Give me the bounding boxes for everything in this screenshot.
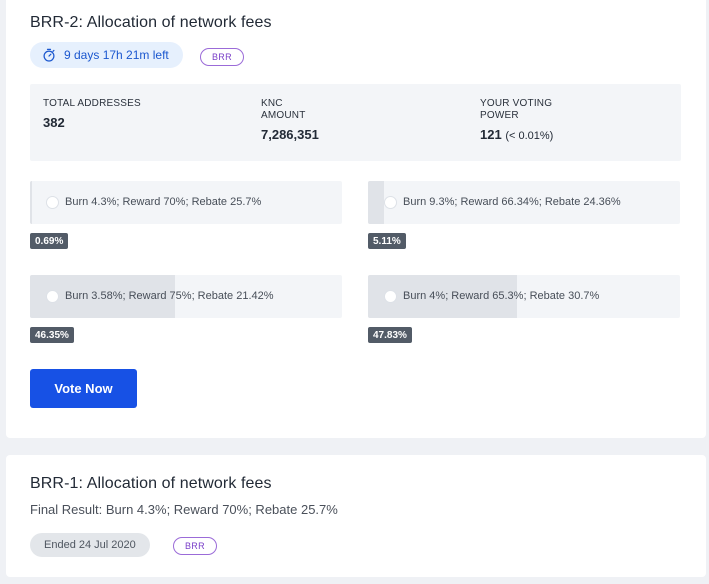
vote-share-bar bbox=[368, 181, 384, 224]
brr-tag: BRR bbox=[200, 48, 244, 66]
option-percent-badge: 0.69% bbox=[30, 233, 69, 249]
vote-now-button[interactable]: Vote Now bbox=[30, 369, 137, 408]
radio-button[interactable] bbox=[46, 290, 59, 303]
vote-option-3[interactable]: Burn 3.58%; Reward 75%; Rebate 21.42% bbox=[30, 275, 342, 318]
voting-power-value: 121 bbox=[480, 127, 502, 142]
option-percent-badge: 47.83% bbox=[368, 327, 412, 343]
vote-option-1[interactable]: Burn 4.3%; Reward 70%; Rebate 25.7% bbox=[30, 181, 342, 224]
option-percent-badge: 46.35% bbox=[30, 327, 74, 343]
proposal-stats: TOTAL ADDRESSES 382 KNC AMOUNT 7,286,351… bbox=[30, 84, 681, 161]
proposal-card-brr-1: BRR-1: Allocation of network fees Final … bbox=[6, 455, 706, 577]
radio-button[interactable] bbox=[384, 196, 397, 209]
proposal-title: BRR-1: Allocation of network fees bbox=[30, 475, 272, 492]
stat-label: KNC AMOUNT bbox=[261, 98, 306, 121]
voting-power-share: (< 0.01%) bbox=[505, 130, 554, 142]
brr-tag: BRR bbox=[173, 537, 217, 555]
option-label: Burn 3.58%; Reward 75%; Rebate 21.42% bbox=[65, 290, 274, 302]
stopwatch-icon bbox=[43, 48, 55, 62]
final-result: Final Result: Burn 4.3%; Reward 70%; Reb… bbox=[30, 502, 338, 517]
option-percent-badge: 5.11% bbox=[368, 233, 406, 249]
vote-option-4[interactable]: Burn 4%; Reward 65.3%; Rebate 30.7% bbox=[368, 275, 680, 318]
stat-value: 7,286,351 bbox=[261, 127, 319, 142]
proposal-card-brr-2: BRR-2: Allocation of network fees 9 days… bbox=[6, 0, 706, 438]
option-label: Burn 4%; Reward 65.3%; Rebate 30.7% bbox=[403, 290, 600, 302]
proposal-title: BRR-2: Allocation of network fees bbox=[30, 14, 272, 31]
radio-button[interactable] bbox=[46, 196, 59, 209]
time-left-text: 9 days 17h 21m left bbox=[64, 48, 169, 62]
stat-value: 121 (< 0.01%) bbox=[480, 127, 553, 142]
stat-knc-amount: KNC AMOUNT 7,286,351 bbox=[261, 98, 319, 142]
option-label: Burn 4.3%; Reward 70%; Rebate 25.7% bbox=[65, 196, 262, 208]
stat-voting-power: YOUR VOTING POWER 121 (< 0.01%) bbox=[480, 98, 553, 142]
time-left-badge: 9 days 17h 21m left bbox=[30, 42, 183, 68]
vote-option-2[interactable]: Burn 9.3%; Reward 66.34%; Rebate 24.36% bbox=[368, 181, 680, 224]
option-label: Burn 9.3%; Reward 66.34%; Rebate 24.36% bbox=[403, 196, 621, 208]
stat-value: 382 bbox=[43, 115, 65, 130]
stat-total-addresses: TOTAL ADDRESSES 382 bbox=[43, 98, 141, 130]
stat-label: TOTAL ADDRESSES bbox=[43, 98, 141, 109]
stat-label: YOUR VOTING POWER bbox=[480, 98, 553, 121]
ended-badge: Ended 24 Jul 2020 bbox=[30, 533, 150, 557]
vote-share-bar bbox=[30, 181, 33, 224]
radio-button[interactable] bbox=[384, 290, 397, 303]
